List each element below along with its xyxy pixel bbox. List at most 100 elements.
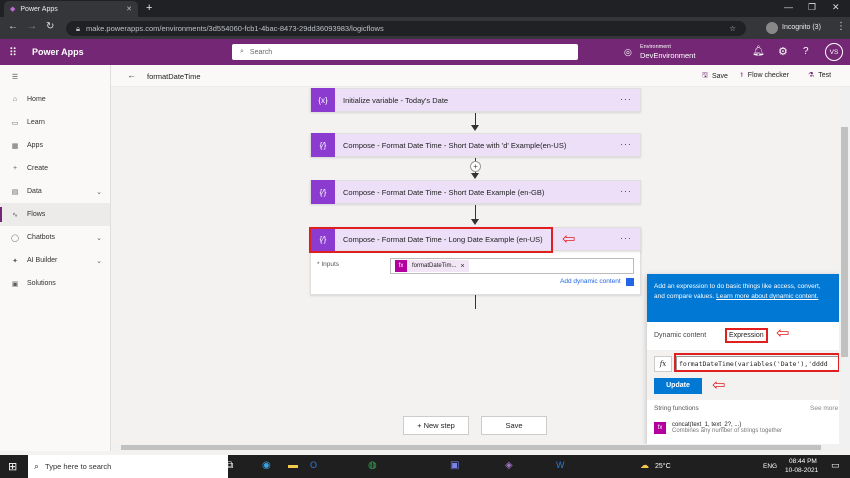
vertical-scrollbar[interactable] (839, 87, 850, 451)
command-bar: ← formatDateTime 🖫 Save ⚕ Flow checker ⚗ Te… (111, 65, 850, 87)
highlight-expression-tab (725, 328, 768, 343)
back-icon[interactable]: ← (8, 21, 18, 32)
sidebar-item-label: Home (27, 96, 46, 103)
word-icon[interactable]: W (556, 460, 565, 470)
task-view-icon[interactable]: ⧉ (226, 460, 233, 471)
file-explorer-icon[interactable]: ▬ (288, 460, 298, 471)
new-step-button[interactable]: + New step (403, 416, 469, 435)
add-dynamic-content-link[interactable]: Add dynamic content (560, 278, 621, 285)
update-button[interactable]: Update (654, 378, 702, 394)
inputs-field[interactable]: fx formatDateTim... × (390, 258, 634, 274)
clock-date[interactable]: 10-08-2021 (785, 467, 818, 474)
avatar[interactable]: VS (825, 43, 843, 61)
flow-name: formatDateTime (147, 72, 201, 81)
chrome-icon[interactable]: ◍ (368, 460, 377, 471)
edge-icon[interactable]: ◉ (262, 460, 271, 471)
temperature[interactable]: 25°C (655, 463, 671, 470)
language-indicator[interactable]: ENG (763, 463, 777, 470)
hamburger-icon[interactable]: ☰ (9, 73, 21, 81)
url-text: make.powerapps.com/environments/3d554060… (86, 24, 384, 33)
star-icon[interactable]: ☆ (729, 24, 736, 33)
settings-icon[interactable]: ⚙ (778, 45, 788, 58)
search-input[interactable]: ⌕ Search (232, 44, 578, 60)
tab-dynamic-content[interactable]: Dynamic content (654, 332, 706, 339)
taskbar-search-text: Type here to search (45, 462, 112, 471)
incognito-label[interactable]: Incognito (3) (782, 24, 821, 31)
minimize-icon[interactable]: — (784, 2, 793, 12)
tab-title: Power Apps (20, 5, 58, 13)
search-icon: ⌕ (34, 461, 40, 471)
add-dynamic-content-icon[interactable] (626, 278, 634, 286)
taskbar-search[interactable]: ⌕ Type here to search (28, 455, 228, 478)
close-window-icon[interactable]: ✕ (832, 2, 840, 13)
reload-icon[interactable]: ↻ (46, 21, 54, 32)
flow-step-initialize-variable[interactable]: {x} Initialize variable - Today's Date ·… (310, 88, 641, 112)
flow-step-compose-short-date-d[interactable]: {⁄} Compose - Format Date Time - Short D… (310, 133, 641, 157)
forward-icon[interactable]: → (27, 21, 37, 32)
lock-icon: 🔒︎ (76, 23, 80, 33)
function-concat[interactable]: fx concat(text_1, text_2?, ...) Combines… (654, 422, 834, 434)
visual-studio-icon[interactable]: ◈ (505, 460, 513, 471)
expression-token[interactable]: fx formatDateTim... × (395, 260, 469, 272)
app-launcher-icon[interactable]: ⠿ (9, 46, 17, 59)
function-description: Combines any number of strings together (672, 428, 783, 434)
new-tab-button[interactable]: + (146, 2, 152, 14)
clock-time[interactable]: 08:44 PM (789, 458, 817, 465)
connector (475, 113, 476, 125)
sidebar-item-apps[interactable]: ▦ Apps (0, 134, 110, 157)
close-tab-icon[interactable]: ✕ (126, 5, 132, 13)
chevron-down-icon[interactable]: ⌄ (96, 257, 102, 265)
notification-center-icon[interactable]: ▭ (831, 460, 840, 471)
flow-step-compose-short-date-gb[interactable]: {⁄} Compose - Format Date Time - Short D… (310, 180, 641, 204)
nav-collapse[interactable]: ☰ (0, 65, 110, 88)
sidebar-item-label: Learn (27, 119, 45, 126)
chevron-down-icon[interactable]: ⌄ (96, 188, 102, 196)
sidebar-item-label: Data (27, 188, 42, 195)
sidebar-item-home[interactable]: ⌂ Home (0, 88, 110, 111)
fx-token-icon: fx (395, 260, 407, 272)
incognito-avatar-icon[interactable] (766, 22, 778, 34)
sidebar-item-learn[interactable]: ▭ Learn (0, 111, 110, 134)
see-more-link[interactable]: See more (810, 405, 838, 412)
notification-icon[interactable]: 🔔︎ (752, 46, 765, 57)
test-command[interactable]: ⚗ Test (808, 71, 831, 80)
flow-checker-command[interactable]: ⚕ Flow checker (740, 71, 789, 80)
horizontal-scrollbar[interactable] (111, 444, 839, 451)
save-command[interactable]: 🖫 Save (702, 71, 728, 82)
more-options-icon[interactable]: ··· (620, 186, 632, 196)
back-arrow-icon[interactable]: ← (127, 70, 136, 80)
sidebar-item-flows[interactable]: ∿ Flows (0, 203, 110, 226)
env-name: DevEnvironment (640, 51, 696, 60)
sidebar-item-chatbots[interactable]: ◯ Chatbots ⌄ (0, 226, 110, 249)
outlook-icon[interactable]: O (310, 460, 317, 470)
token-remove-icon[interactable]: × (460, 263, 464, 270)
menu-icon[interactable]: ⋮ (836, 21, 846, 32)
section-string-functions: String functions (654, 405, 699, 412)
browser-tab[interactable]: ◆ Power Apps ✕ (4, 1, 138, 17)
chevron-down-icon[interactable]: ⌄ (96, 234, 102, 242)
compose-icon: {⁄} (311, 180, 335, 204)
scroll-thumb[interactable] (121, 445, 821, 450)
windows-start-icon[interactable]: ⊞ (8, 460, 17, 473)
sidebar-item-solutions[interactable]: ▣ Solutions (0, 272, 110, 295)
table-icon: ▤ (11, 188, 19, 196)
app-name[interactable]: Power Apps (32, 47, 84, 57)
teams-icon[interactable]: ▣ (450, 460, 459, 471)
sidebar-item-create[interactable]: + Create (0, 157, 110, 180)
more-options-icon[interactable]: ··· (620, 94, 632, 104)
step-title: Initialize variable - Today's Date (343, 95, 449, 105)
more-options-icon[interactable]: ··· (620, 233, 632, 243)
save-button[interactable]: Save (481, 416, 547, 435)
connector-arrowhead (471, 173, 479, 179)
scroll-thumb[interactable] (841, 127, 848, 357)
restore-icon[interactable]: ❐ (808, 2, 816, 13)
help-icon[interactable]: ? (803, 46, 809, 57)
weather-icon[interactable]: ☁ (640, 460, 649, 471)
insert-step-button[interactable]: + (470, 161, 481, 172)
address-bar[interactable]: 🔒︎ make.powerapps.com/environments/3d554… (66, 21, 746, 36)
stethoscope-icon: ⚕ (740, 72, 744, 79)
sidebar-item-data[interactable]: ▤ Data ⌄ (0, 180, 110, 203)
sidebar-item-ai-builder[interactable]: ✦ AI Builder ⌄ (0, 249, 110, 272)
learn-more-link[interactable]: Learn more about dynamic content. (716, 293, 818, 300)
more-options-icon[interactable]: ··· (620, 139, 632, 149)
